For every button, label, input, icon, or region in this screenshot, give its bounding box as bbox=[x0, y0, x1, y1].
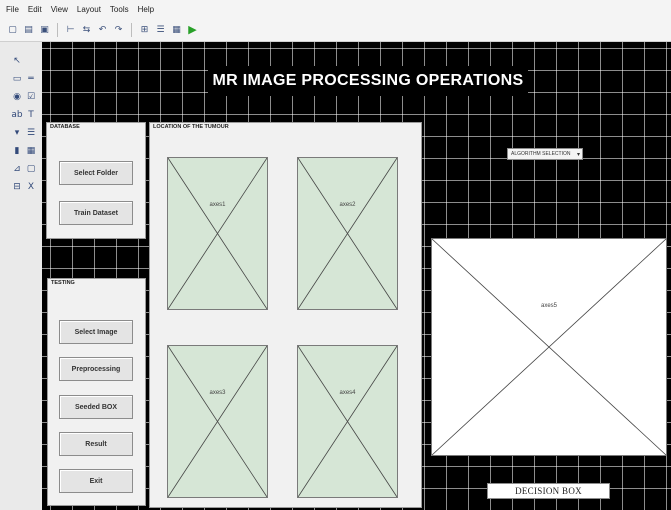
axes3-label: axes3 bbox=[209, 389, 226, 396]
select-folder-button[interactable]: Select Folder bbox=[59, 161, 133, 185]
exit-button[interactable]: Exit bbox=[59, 469, 133, 493]
toolbar-separator bbox=[57, 22, 58, 37]
edit-text-tool-icon[interactable]: ab bbox=[10, 108, 24, 122]
table-tool-icon[interactable]: ▦ bbox=[24, 144, 38, 158]
testing-panel[interactable]: TESTING Select Image Preprocessing Seede… bbox=[47, 278, 146, 506]
toolbar-separator bbox=[131, 22, 132, 37]
train-dataset-button[interactable]: Train Dataset bbox=[59, 201, 133, 225]
axes4[interactable]: axes4 bbox=[297, 345, 398, 498]
menu-view[interactable]: View bbox=[51, 5, 68, 14]
listbox-tool-icon[interactable]: ☰ bbox=[24, 126, 38, 140]
menu-edit[interactable]: Edit bbox=[28, 5, 42, 14]
preprocessing-button[interactable]: Preprocessing bbox=[59, 357, 133, 381]
static-text-tool-icon[interactable]: T bbox=[24, 108, 38, 122]
toolbar: ▢ ▤ ▣ ⊢ ⇆ ↶ ↷ ⊞ ☰ ▦ ▶ bbox=[0, 18, 671, 42]
axes5[interactable]: axes5 bbox=[431, 238, 667, 456]
result-button[interactable]: Result bbox=[59, 432, 133, 456]
axes1-label: axes1 bbox=[209, 201, 226, 208]
page-title: MR IMAGE PROCESSING OPERATIONS bbox=[208, 66, 528, 96]
algorithm-selection-dropdown[interactable]: ALGORITHM SELECTION ▾ bbox=[507, 148, 583, 160]
component-palette: ↖ ▭ ═ ◉ ☑ ab T ▾ ☰ ▮ ▦ ⊿ ▢ ⊟ X bbox=[0, 42, 43, 510]
radio-tool-icon[interactable]: ◉ bbox=[10, 90, 24, 104]
axes5-label: axes5 bbox=[540, 302, 558, 309]
axes4-placeholder bbox=[298, 346, 397, 497]
layout-canvas[interactable]: MR IMAGE PROCESSING OPERATIONS DATABASE … bbox=[42, 42, 671, 510]
popup-tool-icon[interactable]: ▾ bbox=[10, 126, 24, 140]
editor-icon[interactable]: ▦ bbox=[170, 23, 183, 36]
activex-tool-icon[interactable]: X bbox=[24, 180, 38, 194]
checkbox-tool-icon[interactable]: ☑ bbox=[24, 90, 38, 104]
toggle-tool-icon[interactable]: ▮ bbox=[10, 144, 24, 158]
select-tool-icon[interactable]: ↖ bbox=[10, 54, 24, 68]
axes1-placeholder bbox=[168, 158, 267, 309]
pushbutton-tool-icon[interactable]: ▭ bbox=[10, 72, 24, 86]
run-icon[interactable]: ▶ bbox=[186, 23, 199, 36]
property-inspector-icon[interactable]: ⊞ bbox=[138, 23, 151, 36]
menu-tools[interactable]: Tools bbox=[110, 5, 129, 14]
menu-layout[interactable]: Layout bbox=[77, 5, 101, 14]
object-browser-icon[interactable]: ☰ bbox=[154, 23, 167, 36]
axes3[interactable]: axes3 bbox=[167, 345, 268, 498]
menu-help[interactable]: Help bbox=[138, 5, 154, 14]
tumour-location-panel[interactable]: LOCATION OF THE TUMOUR axes1 axes2 axes3 bbox=[149, 122, 422, 508]
redo-icon[interactable]: ↷ bbox=[112, 23, 125, 36]
select-image-button[interactable]: Select Image bbox=[59, 320, 133, 344]
undo-icon[interactable]: ↶ bbox=[96, 23, 109, 36]
buttongroup-tool-icon[interactable]: ⊟ bbox=[10, 180, 24, 194]
database-panel[interactable]: DATABASE Select Folder Train Dataset bbox=[46, 122, 146, 239]
decision-box: DECISION BOX bbox=[487, 483, 610, 499]
open-icon[interactable]: ▤ bbox=[22, 23, 35, 36]
tumour-location-panel-title: LOCATION OF THE TUMOUR bbox=[153, 124, 229, 130]
axes2[interactable]: axes2 bbox=[297, 157, 398, 310]
axes1[interactable]: axes1 bbox=[167, 157, 268, 310]
axes2-label: axes2 bbox=[339, 201, 356, 208]
axes5-placeholder bbox=[432, 239, 666, 455]
testing-panel-title: TESTING bbox=[51, 280, 75, 286]
align-icon[interactable]: ⊢ bbox=[64, 23, 77, 36]
axes2-placeholder bbox=[298, 158, 397, 309]
new-icon[interactable]: ▢ bbox=[6, 23, 19, 36]
axes3-placeholder bbox=[168, 346, 267, 497]
chevron-down-icon: ▾ bbox=[576, 151, 580, 158]
menu-bar: File Edit View Layout Tools Help bbox=[0, 0, 671, 18]
panel-tool-icon[interactable]: ▢ bbox=[24, 162, 38, 176]
seeded-box-button[interactable]: Seeded BOX bbox=[59, 395, 133, 419]
database-panel-title: DATABASE bbox=[50, 124, 80, 130]
save-icon[interactable]: ▣ bbox=[38, 23, 51, 36]
algorithm-selection-value: ALGORITHM SELECTION bbox=[511, 151, 571, 157]
slider-tool-icon[interactable]: ═ bbox=[24, 72, 38, 86]
axes4-label: axes4 bbox=[339, 389, 356, 396]
axes-tool-icon[interactable]: ⊿ bbox=[10, 162, 24, 176]
menu-file[interactable]: File bbox=[6, 5, 19, 14]
tab-order-icon[interactable]: ⇆ bbox=[80, 23, 93, 36]
